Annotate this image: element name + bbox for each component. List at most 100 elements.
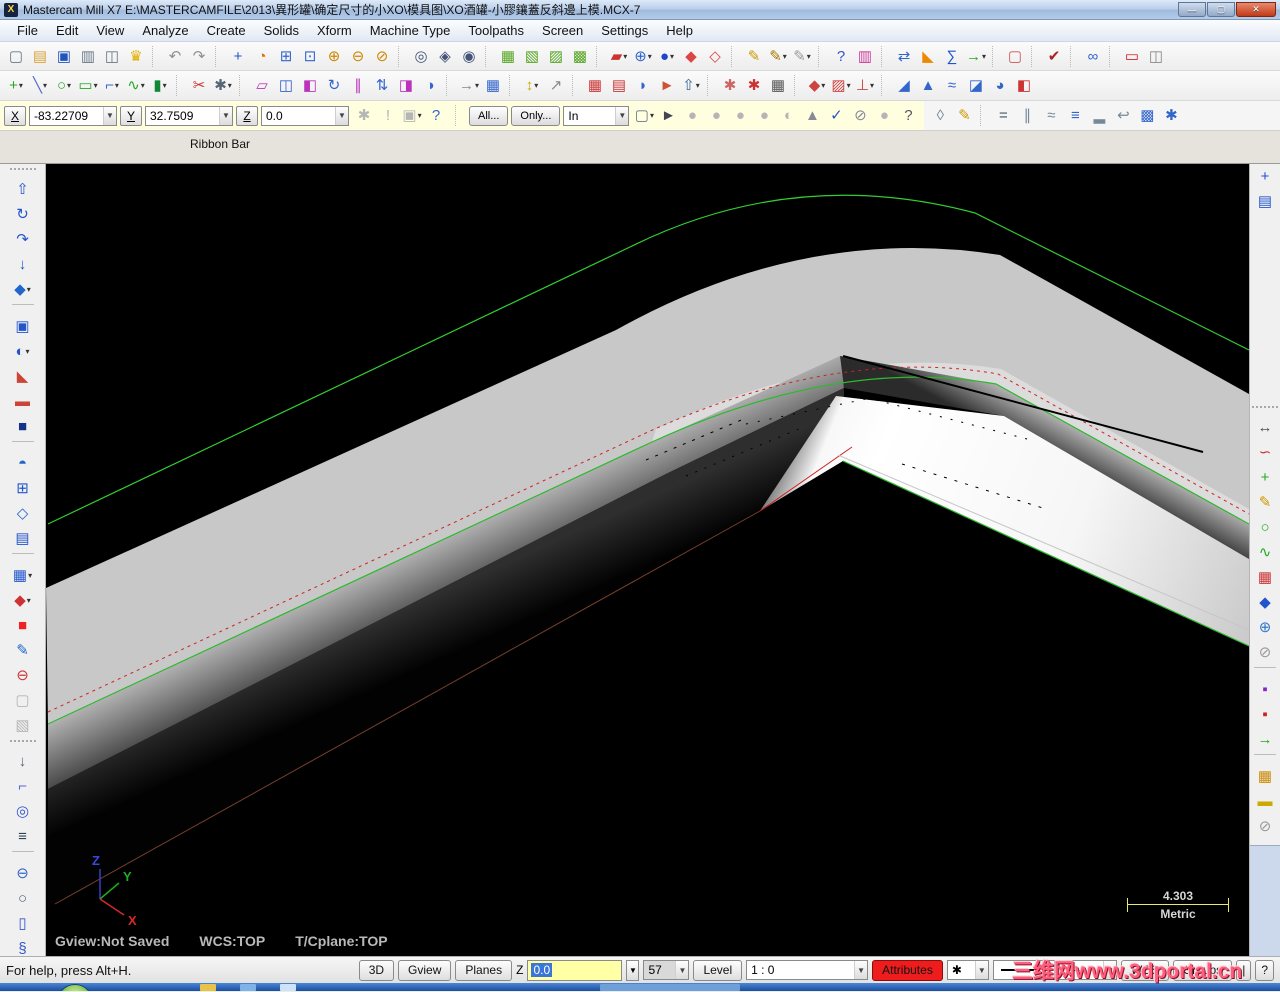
translucent-on-icon[interactable]: ◆ [679, 44, 703, 68]
attributes-pencil-icon[interactable]: ✎ [952, 104, 976, 128]
solid-shell-icon[interactable]: ▣ [10, 314, 36, 339]
selection-help-icon[interactable]: ? [896, 104, 920, 128]
gview-top-icon[interactable]: ▦ [496, 44, 520, 68]
ortho-snap-icon[interactable]: ↗ [544, 74, 568, 98]
menu-help[interactable]: Help [657, 21, 702, 40]
toolbar-grip[interactable] [9, 168, 36, 175]
autocursor-config-icon[interactable]: ✎ [1252, 490, 1278, 515]
level-set-icon[interactable]: → [1252, 727, 1278, 752]
mastercam-cup-icon[interactable]: ♛ [124, 44, 148, 68]
repaint-icon[interactable]: ◈ [433, 44, 457, 68]
solid-revolve-icon[interactable]: ↻ [10, 202, 36, 227]
attr-bar-icon[interactable]: ▬ [1252, 789, 1278, 814]
create-fillet-icon[interactable]: ⌐ ▾ [100, 74, 124, 98]
solid-cube-icon[interactable]: ◆ [1252, 590, 1278, 615]
z-depth-input[interactable]: 0.0 [527, 959, 623, 981]
chevron-down-icon[interactable]: ▼ [335, 106, 348, 125]
shaded-view-icon[interactable]: ● ▾ [655, 44, 679, 68]
unlink-entities-icon[interactable]: ▭ [1120, 44, 1144, 68]
attr-equal-icon[interactable]: = [991, 104, 1015, 128]
undelete-icon[interactable]: ✎ ▾ [790, 44, 814, 68]
open-file-icon[interactable]: ▤ [28, 44, 52, 68]
zoom-out-icon[interactable]: ⊖ [346, 44, 370, 68]
add-geometry-icon[interactable]: + [1252, 465, 1278, 490]
translucent-off-icon[interactable]: ◇ [703, 44, 727, 68]
surface-revolved-icon[interactable]: ▲ [916, 74, 940, 98]
wireframe-view-icon[interactable]: ⊕ ▾ [631, 44, 655, 68]
disable-entity-icon[interactable]: ⊘ [1252, 640, 1278, 665]
menu-screen[interactable]: Screen [533, 21, 592, 40]
solid-extrude-icon[interactable]: ⇧ [10, 177, 36, 202]
select-mask-icon[interactable]: ● [728, 104, 752, 128]
select-none-icon[interactable]: ⊘ [848, 104, 872, 128]
menu-view[interactable]: View [87, 21, 133, 40]
viewport-canvas[interactable]: Z Y X Gview:Not Saved WCS:TOP T/Cplane:T… [46, 164, 1249, 956]
chevron-down-icon[interactable]: ▼ [615, 106, 629, 125]
toolbar-grip[interactable] [1252, 406, 1278, 413]
new-file-icon[interactable]: ▢ [4, 44, 28, 68]
screen-grid-icon[interactable]: ▦ [481, 74, 505, 98]
exit-xform-icon[interactable]: → ▾ [457, 74, 481, 98]
select-up-icon[interactable]: ▲ [800, 104, 824, 128]
xform-mirror-icon[interactable]: ◧ [298, 74, 322, 98]
statusbar-help-button[interactable]: ? [1255, 959, 1274, 981]
window-selection-icon[interactable]: ▢ ▾ [632, 104, 656, 128]
grid-3d-icon[interactable]: ▦ [766, 74, 790, 98]
attr-return-icon[interactable]: ↩ [1111, 104, 1135, 128]
taskbar-app-icon[interactable] [280, 984, 296, 991]
attributes-button[interactable]: Attributes [872, 959, 943, 981]
taskbar-folder-icon[interactable] [200, 984, 216, 991]
attr-plane-icon[interactable]: ▂ [1087, 104, 1111, 128]
y-coordinate-input[interactable]: 32.7509 ▼ [145, 105, 233, 126]
color-number-select[interactable]: 57 ▼ [643, 960, 690, 980]
select-all-button[interactable]: All... [469, 105, 509, 126]
chevron-down-icon[interactable]: ▼ [675, 961, 689, 979]
menu-machine-type[interactable]: Machine Type [361, 21, 460, 40]
analyze-chain-icon[interactable]: ∑ [940, 44, 964, 68]
trim-break-icon[interactable]: ✂ [187, 74, 211, 98]
toolbar-grip[interactable] [9, 740, 36, 747]
chain-options-icon[interactable]: ◫ [1144, 44, 1168, 68]
solid-pattern-icon[interactable]: ⊞ [10, 476, 36, 501]
solids-history-icon[interactable]: ◆ ▾ [805, 74, 829, 98]
menu-settings[interactable]: Settings [592, 21, 657, 40]
xform-scale-icon[interactable]: ◨ [394, 74, 418, 98]
menu-analyze[interactable]: Analyze [133, 21, 197, 40]
solid-boolean-icon[interactable]: ◐ ▾ [10, 339, 36, 364]
gview-button[interactable]: Gview [398, 959, 452, 981]
xform-project-icon[interactable]: ⇅ [370, 74, 394, 98]
solid-loft-icon[interactable]: ↓ [10, 252, 36, 277]
box-raise-icon[interactable]: ⇧ ▾ [679, 74, 703, 98]
viewsheet-list-icon[interactable]: ▤ [607, 74, 631, 98]
select-validate-icon[interactable]: ✓ [824, 104, 848, 128]
x-axis-button[interactable]: X [4, 105, 26, 126]
xform-copy-icon[interactable]: ◫ [274, 74, 298, 98]
selection-cursor-icon[interactable]: ► [656, 104, 680, 128]
view-previous-icon[interactable]: ◉ [457, 44, 481, 68]
gview-right-icon[interactable]: ▨ [544, 44, 568, 68]
attr-point-color-icon[interactable]: ▪ [1252, 677, 1278, 702]
zoom-window-icon[interactable]: ⊞ [274, 44, 298, 68]
select-all-mask-icon[interactable]: ● [872, 104, 896, 128]
polyline-entity-icon[interactable]: ∿ [1252, 540, 1278, 565]
chevron-down-icon[interactable]: ▼ [626, 959, 640, 981]
attr-shade-icon[interactable]: ▩ [1135, 104, 1159, 128]
toolpath-helix-icon[interactable]: § [10, 936, 36, 956]
capture-icon[interactable]: ▣ ▾ [400, 104, 424, 128]
select-last-icon[interactable]: ● [752, 104, 776, 128]
level-select[interactable]: 1 : 0 ▼ [746, 960, 869, 980]
menu-file[interactable]: File [8, 21, 47, 40]
attr-wave-icon[interactable]: ≈ [1039, 104, 1063, 128]
analyze-dynamic-icon[interactable]: ⇄ [892, 44, 916, 68]
undo-icon[interactable]: ↶ [163, 44, 187, 68]
menu-create[interactable]: Create [198, 21, 255, 40]
operations-manager-icon[interactable]: ▤ [1252, 189, 1278, 214]
xform-rotate-icon[interactable]: ↻ [322, 74, 346, 98]
shade-settings-icon[interactable]: ▰ ▾ [607, 44, 631, 68]
solid-edit-icon[interactable]: ✎ [10, 638, 36, 663]
maximize-button[interactable]: ▢ [1207, 2, 1235, 17]
xform-offset-icon[interactable]: ∥ [346, 74, 370, 98]
delete-entity-icon[interactable]: ✎ [742, 44, 766, 68]
attributes-stamp-icon[interactable]: ◊ [928, 104, 952, 128]
toolpath-face-icon[interactable]: ≡ [10, 824, 36, 849]
